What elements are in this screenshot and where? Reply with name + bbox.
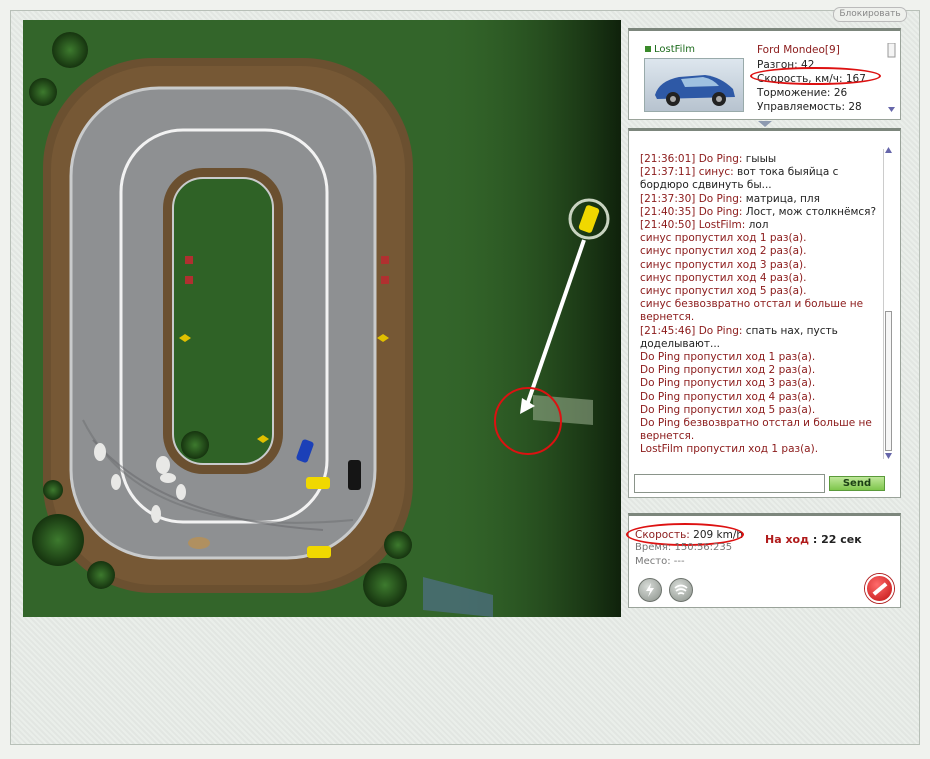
chat-message: синус пропустил ход 1 раз(а).	[640, 232, 807, 245]
status-panel: Скорость: 209 km/h Время: 150:56:235 Мес…	[626, 513, 901, 608]
chat-scroll-thumb[interactable]	[885, 311, 892, 451]
chat-message: [21:40:35] Do Ping: Лост, мож столкнёмся…	[640, 205, 877, 218]
chat-message: [21:37:30] Do Ping: матрица, пля	[640, 192, 820, 205]
chat-message: Do Ping пропустил ход 5 раз(а).	[640, 403, 816, 416]
chat-message: [21:40:50] LostFilm: лол	[640, 219, 769, 232]
target-tile	[533, 395, 593, 425]
chat-message: Do Ping пропустил ход 2 раз(а).	[640, 364, 816, 377]
chat-message: синус пропустил ход 4 раз(а).	[640, 271, 807, 284]
race-place: Место: ---	[635, 556, 685, 567]
nitro-button[interactable]	[638, 578, 662, 602]
horn-button[interactable]	[669, 578, 693, 602]
player-panel: LostFilm Ford Mondeo[9] Разгон: 42 Скоро…	[628, 28, 901, 120]
chat-message: синус безвозвратно отстал и больше не ве…	[640, 298, 867, 324]
chat-message: Do Ping пропустил ход 4 раз(а).	[640, 390, 816, 403]
turn-timer: На ход : 22 сек	[765, 533, 862, 546]
car-model: Ford Mondeo[9]	[757, 44, 840, 56]
chat-log: [21:36:01] Do Ping: гыыы [21:37:11] синус…	[640, 153, 886, 463]
scroll-up-icon[interactable]	[885, 147, 892, 153]
chat-message: синус пропустил ход 5 раз(а).	[640, 285, 807, 298]
chat-message: [21:36:01] Do Ping: гыыы	[640, 153, 777, 165]
chat-input[interactable]	[634, 474, 825, 493]
send-button[interactable]: Send	[829, 476, 885, 491]
stat-braking: Торможение: 26	[757, 87, 848, 99]
lightning-icon	[646, 583, 654, 597]
chat-message: Do Ping пропустил ход 1 раз(а).	[640, 351, 816, 364]
stat-handling: Управляемость: 28	[757, 101, 862, 113]
chat-message: [21:37:11] синус: вот тока быяйца с борд…	[640, 166, 842, 192]
chat-scrollbar[interactable]	[883, 147, 892, 459]
bush	[52, 32, 88, 68]
signal-icon	[674, 584, 688, 595]
collapse-arrow-icon[interactable]	[758, 121, 772, 128]
race-time: Время: 150:56:235	[635, 542, 733, 553]
chat-message: [21:45:46] Do Ping: спать нах, пусть дод…	[640, 324, 842, 350]
player-name[interactable]: LostFilm	[645, 44, 695, 55]
black-car	[348, 460, 361, 490]
chat-message: синус пропустил ход 2 раз(а).	[640, 245, 807, 258]
speed-highlight	[750, 67, 881, 85]
scroll-down-icon[interactable]	[885, 453, 892, 459]
yellow-car	[306, 477, 330, 489]
chat-message: Do Ping пропустил ход 3 раз(а).	[640, 377, 816, 390]
chat-panel: [21:36:01] Do Ping: гыыы [21:37:11] синус…	[628, 128, 901, 498]
race-track-board[interactable]	[23, 20, 621, 617]
quit-race-button[interactable]	[865, 574, 894, 603]
infield-grass	[172, 177, 274, 465]
yellow-car-2	[307, 546, 331, 558]
chat-message: LostFilm пропустил ход 1 раз(а).	[640, 443, 819, 456]
chat-message: синус пропустил ход 3 раз(а).	[640, 258, 807, 271]
chat-message: Do Ping безвозвратно отстал и больше не …	[640, 417, 876, 443]
car-image	[644, 58, 744, 112]
online-icon	[645, 46, 651, 52]
block-button[interactable]: Блокировать	[833, 7, 907, 22]
player-scrollbar[interactable]	[887, 43, 896, 113]
